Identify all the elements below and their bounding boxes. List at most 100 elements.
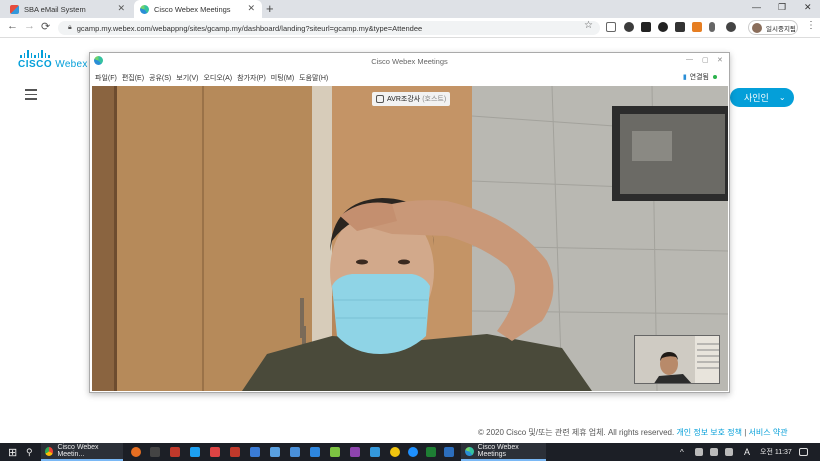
tab-label: Cisco Webex Meetings [154,4,231,14]
close-window-button[interactable]: ✕ [804,2,812,13]
edge-icon[interactable] [408,447,418,457]
forward-icon[interactable]: → [24,20,35,32]
app-icon[interactable] [210,447,220,457]
microphone-icon[interactable] [709,22,715,32]
app-icon[interactable] [270,447,280,457]
connected-indicator [713,75,717,79]
meeting-menu-bar: 파일(F) 편집(E) 공유(S) 보기(V) 오디오(A) 참가자(P) 미팅… [90,70,729,86]
close-tab-icon[interactable]: ✕ [117,3,125,14]
taskbar-app-label: Cisco Webex Meetin... [57,444,99,458]
download-icon[interactable] [692,22,702,32]
extension-icon[interactable] [726,22,736,32]
menu-help[interactable]: 도움말(H) [299,73,328,83]
webex-icon [465,446,474,456]
sba-favicon-icon [10,4,19,14]
signal-icon: ▮ [682,74,687,81]
connection-status[interactable]: ▮ 연결됨 [683,72,717,82]
maximize-button[interactable]: ▢ [702,56,709,64]
tab-webex[interactable]: Cisco Webex Meetings ✕ [134,0,262,18]
terms-of-service-link[interactable]: 서비스 약관 [749,428,788,437]
browser-tab-bar: SBA eMail System ✕ Cisco Webex Meetings … [0,0,820,18]
meeting-window-title: Cisco Webex Meetings [371,57,448,66]
menu-share[interactable]: 공유(S) [149,73,171,83]
profile-button[interactable]: 일시중지됨 [748,20,798,35]
brand-cisco: CISCO [18,59,53,70]
menu-audio[interactable]: 오디오(A) [203,73,232,83]
windows-taskbar: ⊞ ⚲ Cisco Webex Meetin... Cisco Webex Me… [0,443,820,461]
reload-icon[interactable]: ⟳ [41,20,50,33]
app-icon[interactable] [310,447,320,457]
chrome-icon [45,446,54,456]
speaker-role: (호스트) [422,96,447,103]
ime-indicator[interactable]: A [744,443,750,461]
firefox-icon[interactable] [131,447,141,457]
taskbar-clock[interactable]: 오전 11:37 [760,443,792,461]
app-icon[interactable] [330,447,340,457]
system-tray-icon[interactable] [695,448,703,456]
speaker-name: AVR조강사 [387,96,421,103]
app-icon[interactable] [370,447,380,457]
menu-meeting[interactable]: 미팅(M) [271,73,294,83]
kebab-menu-icon[interactable]: ⋮ [806,20,816,31]
meeting-title-bar[interactable]: Cisco Webex Meetings — ▢ ✕ [90,53,729,70]
bookmark-star-icon[interactable]: ☆ [584,20,593,31]
extension-icon[interactable] [624,22,634,32]
meeting-window: Cisco Webex Meetings — ▢ ✕ 파일(F) 편집(E) 공… [89,52,730,393]
new-tab-button[interactable]: + [266,1,274,16]
network-icon[interactable] [710,448,718,456]
back-icon[interactable]: ← [7,20,18,32]
profile-status: 일시중지됨 [766,25,796,33]
menu-participant[interactable]: 참가자(P) [237,73,266,83]
chevron-down-icon: ⌄ [778,93,786,102]
taskbar-app-webex-meetings[interactable]: Cisco Webex Meetings [461,443,546,461]
extension-icon[interactable] [675,22,685,32]
tab-label: SBA eMail System [24,4,86,14]
address-bar[interactable]: 🔒︎ gcamp.my.webex.com/webappng/sites/gca… [58,21,600,35]
self-view-frame [635,336,719,383]
video-frame [92,86,728,391]
app-icon[interactable] [350,447,360,457]
app-icon[interactable] [150,447,160,457]
notification-icon[interactable] [799,448,808,456]
taskbar-app-label: Cisco Webex Meetings [477,444,519,458]
url-text: gcamp.my.webex.com/webappng/sites/gcamp.… [76,23,423,33]
connection-label: 연결됨 [689,74,709,81]
hamburger-menu-icon[interactable] [25,89,37,103]
maximize-button[interactable]: ❐ [778,2,786,13]
close-tab-icon[interactable]: ✕ [247,3,255,14]
cisco-webex-logo[interactable]: CISCO Webex [18,50,88,70]
download-extension-icon[interactable] [658,22,668,32]
app-icon[interactable] [250,447,260,457]
signin-button[interactable]: 사인인 ⌄ [730,88,794,107]
speaker-icon [376,95,384,103]
signin-label: 사인인 [744,93,769,103]
app-icon[interactable] [290,447,300,457]
active-speaker-video[interactable]: AVR조강사 (호스트) [92,86,728,391]
footer-separator: | [744,428,747,437]
menu-view[interactable]: 보기(V) [176,73,198,83]
menu-file[interactable]: 파일(F) [95,73,117,83]
excel-icon[interactable] [426,447,436,457]
kakaotalk-icon[interactable] [390,447,400,457]
windows-start-icon[interactable]: ⊞ [8,443,17,461]
page-footer: © 2020 Cisco 및/또는 관련 제휴 업체. All rights r… [478,427,788,438]
menu-edit[interactable]: 편집(E) [122,73,144,83]
extension-icon[interactable] [606,22,616,32]
app-icon[interactable] [170,447,180,457]
extension-icon[interactable] [641,22,651,32]
lock-icon: 🔒︎ [68,24,72,31]
taskbar-app-webex-browser[interactable]: Cisco Webex Meetin... [41,443,123,461]
volume-icon[interactable] [725,448,733,456]
search-icon[interactable]: ⚲ [26,443,33,461]
twitter-icon[interactable] [190,447,200,457]
privacy-policy-link[interactable]: 개인 정보 보호 정책 [676,428,742,437]
brand-webex: Webex [55,59,88,70]
self-view-thumbnail[interactable] [634,335,720,384]
minimize-button[interactable]: — [752,2,761,12]
app-icon[interactable] [444,447,454,457]
tab-sba-email[interactable]: SBA eMail System ✕ [4,0,132,18]
chevron-up-icon[interactable]: ^ [680,443,684,461]
close-window-button[interactable]: ✕ [717,56,723,64]
minimize-button[interactable]: — [686,56,693,63]
pdf-icon[interactable] [230,447,240,457]
